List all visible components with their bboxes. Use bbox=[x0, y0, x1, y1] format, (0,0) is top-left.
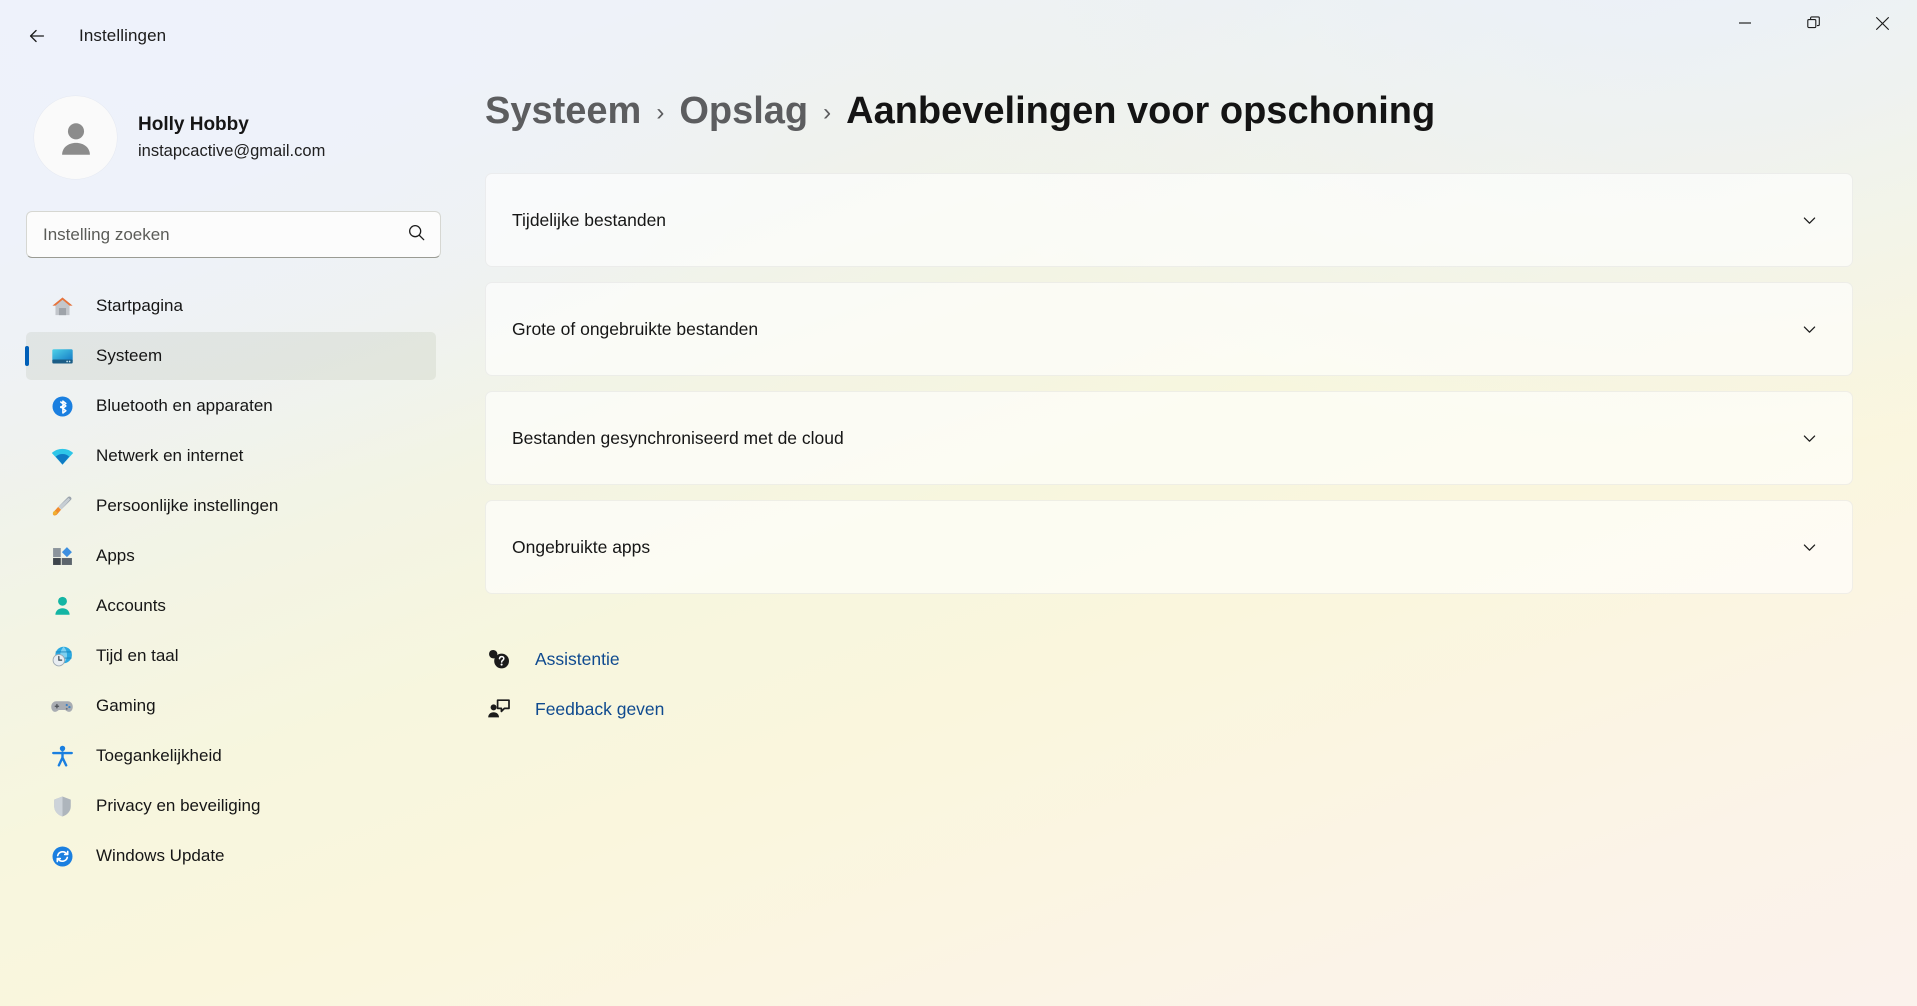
refresh-icon bbox=[48, 842, 76, 870]
sidebar-item-tijd-en-taal[interactable]: Tijd en taal bbox=[26, 632, 436, 680]
card-title: Tijdelijke bestanden bbox=[512, 209, 667, 230]
card-title: Ongebruikte apps bbox=[512, 536, 651, 557]
sidebar-item-persoonlijke-instellingen[interactable]: Persoonlijke instellingen bbox=[26, 482, 436, 530]
sidebar-item-label: Netwerk en internet bbox=[96, 446, 244, 465]
feedback-person-icon bbox=[485, 695, 513, 723]
apps-grid-icon bbox=[48, 542, 76, 570]
minimize-button[interactable] bbox=[1710, 0, 1779, 46]
card-title: Grote of ongebruikte bestanden bbox=[512, 318, 759, 339]
chevron-down-icon[interactable] bbox=[1792, 203, 1826, 237]
link-label: Assistentie bbox=[535, 648, 620, 669]
settings-window: Instellingen Holly Hobby instapcactive@g… bbox=[0, 0, 1917, 1006]
breadcrumb-separator-icon: › bbox=[823, 99, 832, 126]
breadcrumb-separator-icon: › bbox=[656, 99, 665, 126]
card-ongebruikte-apps[interactable]: Ongebruikte apps bbox=[485, 500, 1853, 594]
restore-icon bbox=[1806, 16, 1820, 29]
breadcrumb: Systeem › Opslag › Aanbevelingen voor op… bbox=[485, 90, 1917, 133]
card-title: Bestanden gesynchroniseerd met de cloud bbox=[512, 427, 844, 448]
sidebar-item-label: Startpagina bbox=[96, 296, 183, 315]
title-bar: Instellingen bbox=[0, 0, 1917, 72]
arrow-left-icon bbox=[29, 29, 45, 43]
sidebar-item-label: Persoonlijke instellingen bbox=[96, 496, 279, 515]
sidebar-item-systeem[interactable]: Systeem bbox=[26, 332, 436, 380]
sidebar-item-startpagina[interactable]: Startpagina bbox=[26, 282, 436, 330]
restore-button[interactable] bbox=[1779, 0, 1848, 46]
sidebar-item-label: Systeem bbox=[96, 346, 163, 365]
minimize-icon bbox=[1738, 22, 1751, 24]
chevron-down-icon[interactable] bbox=[1792, 530, 1826, 564]
chevron-down-icon[interactable] bbox=[1792, 421, 1826, 455]
card-tijdelijke-bestanden[interactable]: Tijdelijke bestanden bbox=[485, 173, 1853, 267]
link-assistentie[interactable]: Assistentie bbox=[485, 638, 620, 680]
sidebar-item-label: Accounts bbox=[96, 596, 166, 615]
footer-links: Assistentie Feedback geven bbox=[485, 638, 1917, 730]
home-icon bbox=[48, 292, 76, 320]
account-card[interactable]: Holly Hobby instapcactive@gmail.com bbox=[26, 88, 416, 187]
clock-globe-icon bbox=[48, 642, 76, 670]
sidebar-item-toegankelijkheid[interactable]: Toegankelijkheid bbox=[26, 732, 436, 780]
paintbrush-icon bbox=[48, 492, 76, 520]
link-feedback-geven[interactable]: Feedback geven bbox=[485, 688, 664, 730]
link-label: Feedback geven bbox=[535, 698, 665, 719]
sidebar: Holly Hobby instapcactive@gmail.com Inst… bbox=[0, 72, 449, 1006]
avatar bbox=[34, 96, 117, 179]
person-icon bbox=[48, 592, 76, 620]
breadcrumb-link-opslag[interactable]: Opslag bbox=[679, 90, 808, 133]
system-monitor-icon bbox=[48, 342, 76, 370]
search-container bbox=[26, 211, 441, 258]
sidebar-item-label: Gaming bbox=[96, 696, 156, 715]
account-text: Holly Hobby instapcactive@gmail.com bbox=[138, 113, 325, 162]
card-grote-of-ongebruikte-bestanden[interactable]: Grote of ongebruikte bestanden bbox=[485, 282, 1853, 376]
sidebar-item-privacy-en-beveiliging[interactable]: Privacy en beveiliging bbox=[26, 782, 436, 830]
main-content: Systeem › Opslag › Aanbevelingen voor op… bbox=[449, 72, 1917, 1006]
breadcrumb-link-systeem[interactable]: Systeem bbox=[485, 90, 641, 133]
page-title: Aanbevelingen voor opschoning bbox=[846, 90, 1436, 132]
chevron-down-icon[interactable] bbox=[1792, 312, 1826, 346]
sidebar-nav[interactable]: Startpagina Systeem Bluetooth en apparat… bbox=[0, 280, 449, 1006]
close-button[interactable] bbox=[1848, 0, 1917, 46]
sidebar-item-label: Tijd en taal bbox=[96, 646, 179, 665]
help-bubble-icon bbox=[485, 645, 513, 673]
sidebar-item-windows-update[interactable]: Windows Update bbox=[26, 832, 436, 880]
sidebar-item-label: Windows Update bbox=[96, 846, 225, 865]
card-bestanden-gesynchroniseerd-met-de-cloud[interactable]: Bestanden gesynchroniseerd met de cloud bbox=[485, 391, 1853, 485]
account-name: Holly Hobby bbox=[138, 114, 249, 136]
gamepad-icon bbox=[48, 692, 76, 720]
wifi-icon bbox=[48, 442, 76, 470]
shield-icon bbox=[48, 792, 76, 820]
bluetooth-icon bbox=[48, 392, 76, 420]
close-icon bbox=[1876, 16, 1889, 30]
window-title: Instellingen bbox=[79, 26, 167, 45]
back-button[interactable] bbox=[14, 13, 60, 59]
search-input[interactable] bbox=[26, 211, 441, 258]
sidebar-item-bluetooth-en-apparaten[interactable]: Bluetooth en apparaten bbox=[26, 382, 436, 430]
sidebar-item-label: Bluetooth en apparaten bbox=[96, 396, 273, 415]
sidebar-item-label: Toegankelijkheid bbox=[96, 746, 222, 765]
sidebar-item-gaming[interactable]: Gaming bbox=[26, 682, 436, 730]
sidebar-item-label: Apps bbox=[96, 546, 135, 565]
sidebar-item-label: Privacy en beveiliging bbox=[96, 796, 261, 815]
accessibility-icon bbox=[48, 742, 76, 770]
person-avatar-icon bbox=[61, 122, 90, 155]
sidebar-item-apps[interactable]: Apps bbox=[26, 532, 436, 580]
sidebar-item-accounts[interactable]: Accounts bbox=[26, 582, 436, 630]
account-email: instapcactive@gmail.com bbox=[138, 141, 326, 160]
window-controls bbox=[1710, 0, 1917, 72]
cleanup-recommendation-cards: Tijdelijke bestanden Grote of ongebruikt… bbox=[485, 173, 1853, 594]
sidebar-item-netwerk-en-internet[interactable]: Netwerk en internet bbox=[26, 432, 436, 480]
